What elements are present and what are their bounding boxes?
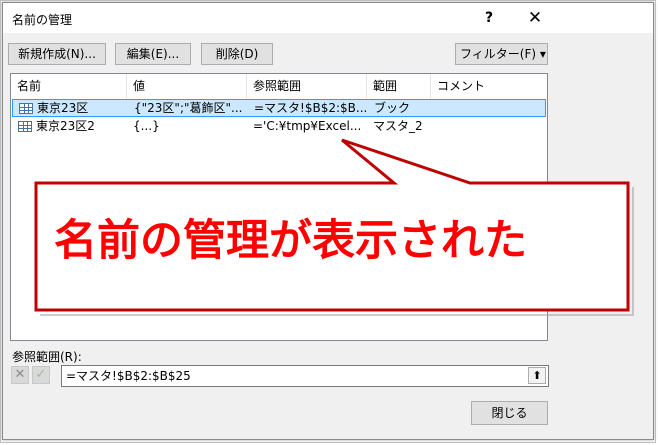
callout-text: 名前の管理が表示された bbox=[54, 216, 527, 266]
